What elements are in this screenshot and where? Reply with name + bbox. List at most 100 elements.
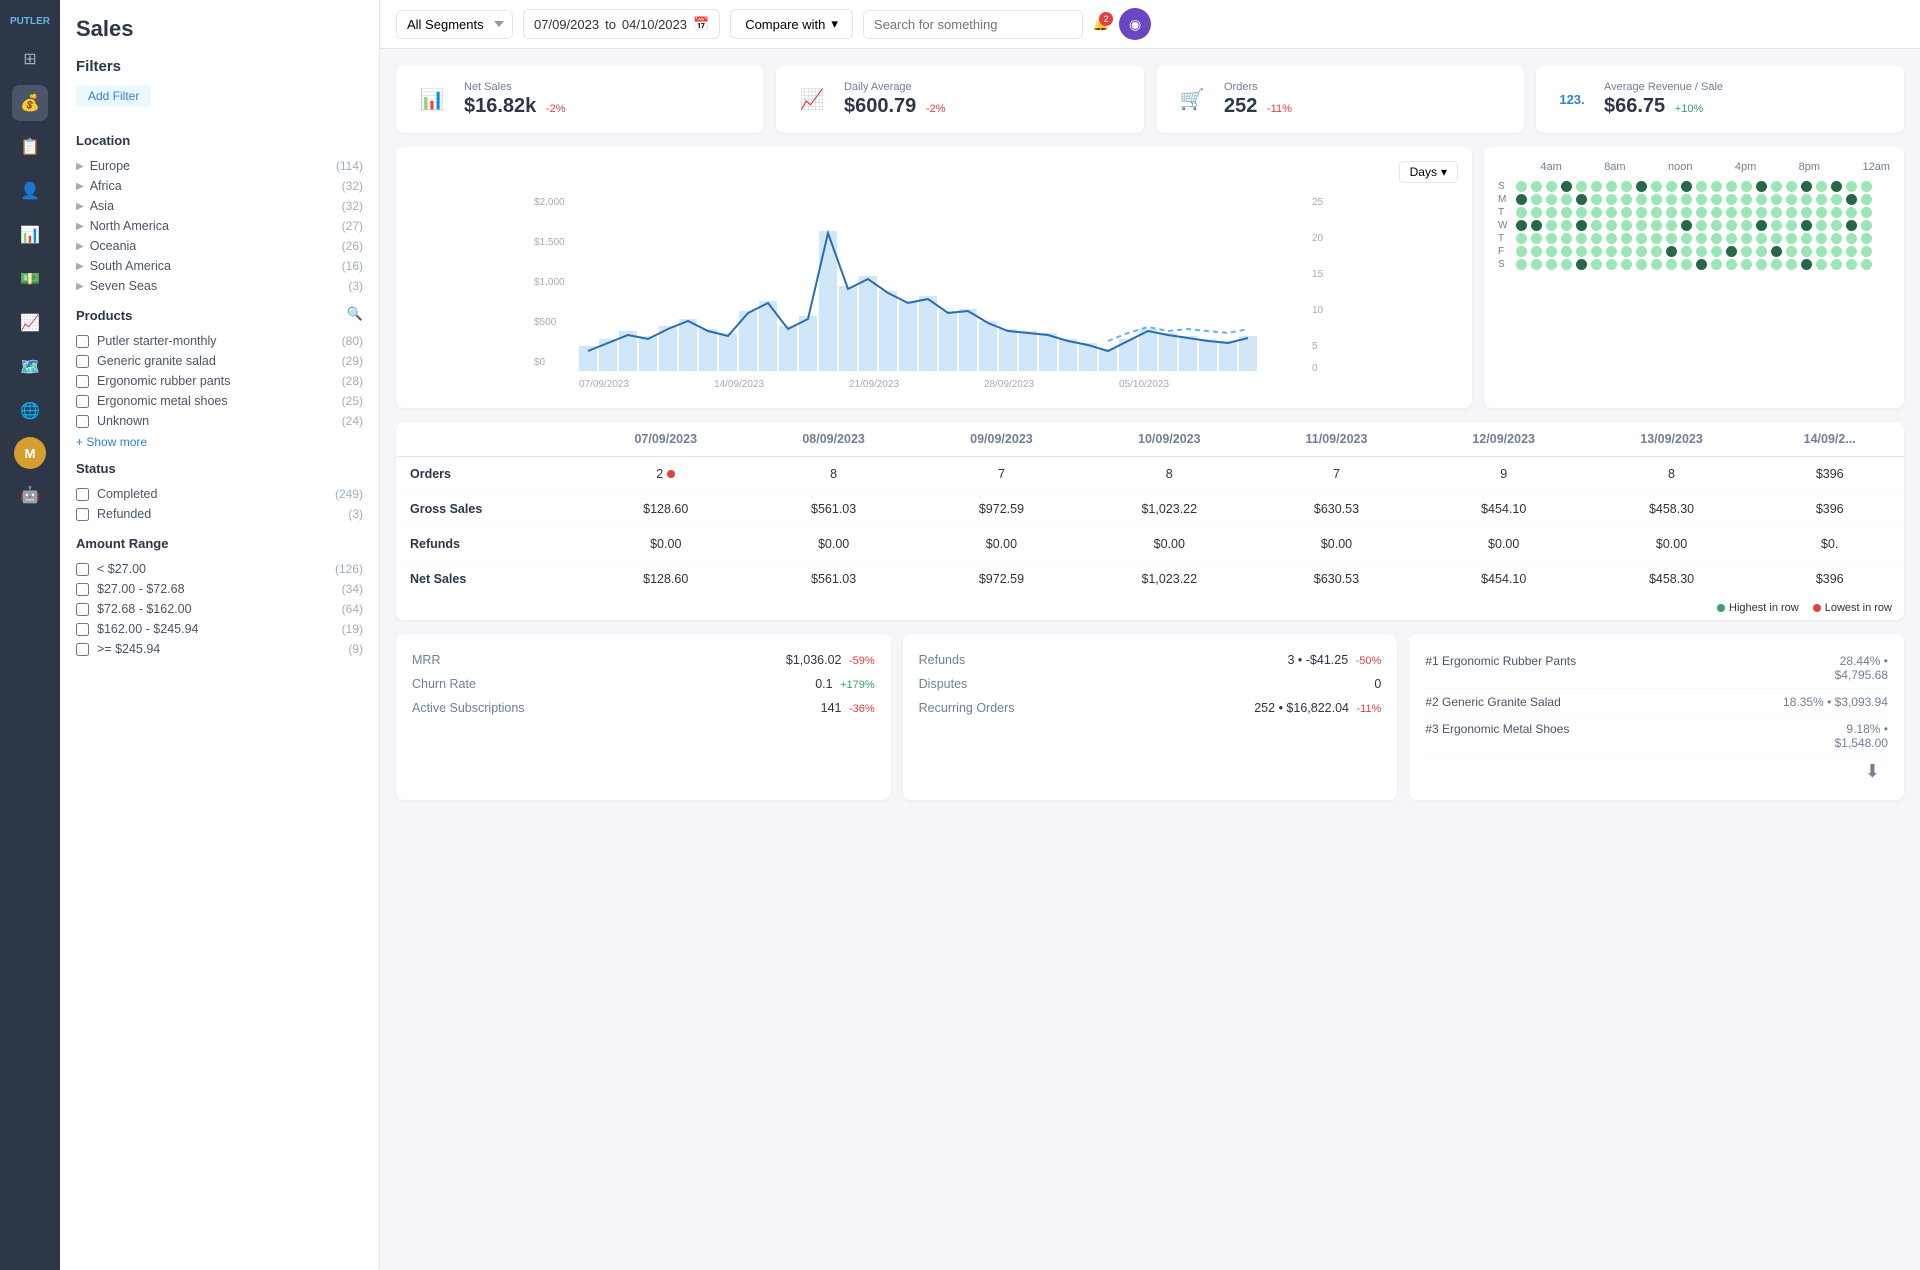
heatmap-dot [1636, 259, 1647, 270]
days-toggle-button[interactable]: Days ▾ [1399, 161, 1458, 183]
compare-button[interactable]: Compare with ▾ [730, 9, 853, 39]
data-table: 07/09/2023 08/09/2023 09/09/2023 10/09/2… [396, 422, 1904, 596]
sidebar-item-sales[interactable]: 💰 [12, 85, 48, 121]
heatmap-dot [1591, 233, 1602, 244]
heatmap-dot [1846, 194, 1857, 205]
heatmap-dot [1651, 220, 1662, 231]
product-checkbox[interactable] [76, 395, 89, 408]
stats-row-churn: Churn Rate 0.1 +179% [412, 672, 875, 696]
heatmap-dot [1696, 246, 1707, 257]
svg-text:15: 15 [1312, 269, 1324, 280]
chevron-icon: ▶ [76, 201, 84, 212]
sidebar-item-dashboard[interactable]: ⊞ [12, 41, 48, 77]
product-checkbox[interactable] [76, 355, 89, 368]
amount-checkbox[interactable] [76, 643, 89, 656]
heatmap-dot [1546, 181, 1557, 192]
search-input[interactable] [863, 10, 1083, 39]
sidebar-item-robot[interactable]: 🤖 [12, 477, 48, 513]
heatmap-dot [1681, 259, 1692, 270]
amount-checkbox[interactable] [76, 583, 89, 596]
heatmap-dot [1546, 207, 1557, 218]
date-from: 07/09/2023 [534, 17, 599, 32]
heatmap-dot [1561, 246, 1572, 257]
sidebar-item-globe[interactable]: 🌐 [12, 393, 48, 429]
chevron-down-icon: ▾ [1441, 165, 1447, 179]
products-search-icon[interactable]: 🔍 [347, 306, 363, 322]
sidebar-item-user-m[interactable]: M [14, 437, 46, 469]
add-filter-button[interactable]: Add Filter [76, 85, 151, 107]
heatmap-dot [1801, 246, 1812, 257]
heatmap-dot [1726, 181, 1737, 192]
heatmap-dot [1681, 220, 1692, 231]
table-row: Refunds $0.00 $0.00 $0.00 $0.00 $0.00 $0… [396, 527, 1904, 562]
location-item-north-america[interactable]: ▶North America(27) [76, 216, 363, 236]
mid-row: Days ▾ $2,000 $1,500 $1,000 $500 $0 25 2… [396, 147, 1904, 408]
heatmap-dot [1576, 246, 1587, 257]
sidebar-item-reports[interactable]: 📊 [12, 217, 48, 253]
heatmap-dot [1771, 207, 1782, 218]
heatmap-dot [1831, 246, 1842, 257]
date-range-picker[interactable]: 07/09/2023 to 04/10/2023 📅 [523, 9, 720, 39]
kpi-orders: 🛒 Orders 252 -11% [1156, 65, 1524, 133]
user-avatar[interactable]: ◉ [1119, 8, 1151, 40]
kpi-net-sales: 📊 Net Sales $16.82k -2% [396, 65, 764, 133]
location-item-africa[interactable]: ▶Africa(32) [76, 176, 363, 196]
heatmap-dot [1531, 207, 1542, 218]
main-area: All Segments 07/09/2023 to 04/10/2023 📅 … [380, 0, 1920, 1270]
stats-row-recurring: Recurring Orders 252 • $16,822.04 -11% [919, 696, 1382, 720]
product-checkbox[interactable] [76, 335, 89, 348]
heatmap-dot [1621, 194, 1632, 205]
svg-text:$500: $500 [534, 317, 557, 328]
amount-checkbox[interactable] [76, 563, 89, 576]
bottom-row: MRR $1,036.02 -59% Churn Rate 0.1 +179% … [396, 634, 1904, 800]
amount-checkbox[interactable] [76, 603, 89, 616]
heatmap-dot [1621, 246, 1632, 257]
segment-select[interactable]: All Segments [396, 10, 513, 39]
heatmap-dot [1756, 246, 1767, 257]
heatmap-dot [1636, 207, 1647, 218]
chevron-down-icon: ▾ [831, 16, 838, 32]
heatmap-dot [1786, 207, 1797, 218]
sidebar-item-orders[interactable]: 📋 [12, 129, 48, 165]
status-checkbox[interactable] [76, 488, 89, 501]
heatmap-dot [1726, 207, 1737, 218]
heatmap-dot [1591, 259, 1602, 270]
heatmap-dot [1621, 220, 1632, 231]
heatmap-dot [1756, 207, 1767, 218]
heatmap-dot [1651, 194, 1662, 205]
legend-highest: Highest in row [1717, 602, 1799, 614]
heatmap-dot [1591, 220, 1602, 231]
heatmap-dot [1561, 207, 1572, 218]
sidebar-item-map[interactable]: 🗺️ [12, 349, 48, 385]
svg-text:5: 5 [1312, 341, 1318, 352]
table-col-date-1: 07/09/2023 [582, 422, 750, 457]
kpi-row: 📊 Net Sales $16.82k -2% 📈 Daily Average … [396, 65, 1904, 133]
location-item-south-america[interactable]: ▶South America(16) [76, 256, 363, 276]
sidebar-item-customers[interactable]: 👤 [12, 173, 48, 209]
heatmap-dot [1561, 220, 1572, 231]
sidebar-item-analytics[interactable]: 📈 [12, 305, 48, 341]
kpi-daily-avg-icon: 📈 [792, 79, 832, 119]
chevron-icon: ▶ [76, 241, 84, 252]
heatmap-dot [1606, 181, 1617, 192]
product-checkbox[interactable] [76, 415, 89, 428]
notification-icon[interactable]: 🔔 2 [1093, 16, 1109, 32]
show-more-button[interactable]: + Show more [76, 435, 147, 449]
product-checkbox[interactable] [76, 375, 89, 388]
location-item-europe[interactable]: ▶Europe(114) [76, 156, 363, 176]
location-item-oceania[interactable]: ▶Oceania(26) [76, 236, 363, 256]
heatmap-dot [1576, 207, 1587, 218]
heatmap-time-4pm: 4pm [1735, 161, 1756, 173]
download-button[interactable]: ⬇ [1865, 761, 1880, 782]
location-item-seven-seas[interactable]: ▶Seven Seas(3) [76, 276, 363, 296]
kpi-avg-revenue-icon: 123. [1552, 79, 1592, 119]
heatmap-dot [1816, 220, 1827, 231]
location-item-asia[interactable]: ▶Asia(32) [76, 196, 363, 216]
sidebar-item-revenue[interactable]: 💵 [12, 261, 48, 297]
heatmap-dot [1711, 194, 1722, 205]
heatmap-dot [1756, 259, 1767, 270]
heatmap-dot [1741, 259, 1752, 270]
status-checkbox[interactable] [76, 508, 89, 521]
amount-checkbox[interactable] [76, 623, 89, 636]
heatmap-dot [1771, 259, 1782, 270]
